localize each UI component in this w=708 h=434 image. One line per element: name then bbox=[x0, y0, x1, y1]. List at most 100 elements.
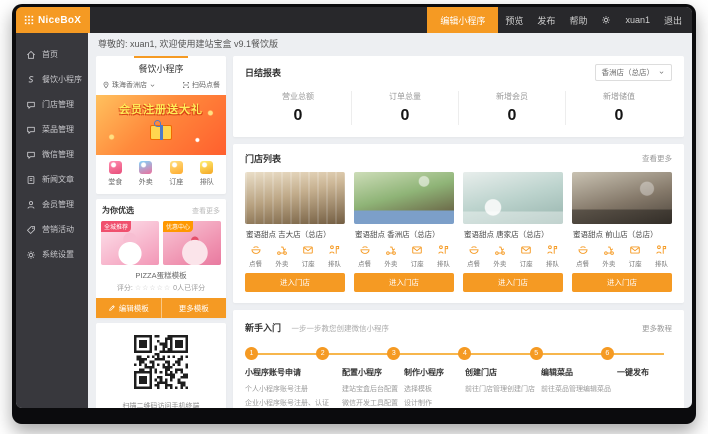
settings-gear-button[interactable] bbox=[594, 7, 618, 33]
person-icon bbox=[26, 200, 36, 210]
store-action-label: 外卖 bbox=[275, 258, 288, 268]
enter-store-button[interactable]: 进入门店 bbox=[463, 273, 563, 292]
sidebar-item-label: 营销活动 bbox=[42, 224, 74, 235]
sidebar-item-news-articles[interactable]: 新闻文章 bbox=[16, 167, 88, 192]
guide-step-title: 创建门店 bbox=[465, 367, 535, 378]
scooter-icon bbox=[494, 244, 506, 256]
reserve-icon bbox=[170, 161, 183, 174]
guide-step-item: 建站宝盒后台配置 bbox=[342, 383, 398, 397]
stat-label: 新增会员 bbox=[459, 91, 565, 102]
store-action-queue[interactable]: 排队 bbox=[437, 244, 450, 268]
rating-count: 0人已评分 bbox=[173, 285, 205, 292]
enter-store-button[interactable]: 进入门店 bbox=[245, 273, 345, 292]
store-action-order[interactable]: 点餐 bbox=[467, 244, 480, 268]
guide-step: 编辑菜品 前往菜品管理编辑菜品 bbox=[541, 367, 611, 408]
pick-tag: 优惠中心 bbox=[163, 221, 193, 232]
store-card: 蜜语甜点 吉大店（总店） 点餐 bbox=[245, 172, 345, 292]
store-action-order[interactable]: 点餐 bbox=[358, 244, 371, 268]
sidebar-item-label: 系统设置 bbox=[42, 249, 74, 260]
more-templates-button[interactable]: 更多模板 bbox=[161, 298, 227, 318]
mini-program-icon bbox=[26, 75, 36, 85]
sidebar-item-label: 微信管理 bbox=[42, 149, 74, 160]
report-title: 日结报表 bbox=[245, 66, 281, 79]
body-row: 首页 餐饮小程序 门店管理 菜品管理 bbox=[16, 33, 692, 408]
stat-label: 营业总额 bbox=[245, 91, 351, 102]
edit-template-button[interactable]: 编辑模板 bbox=[96, 298, 161, 318]
logo-text: NiceBoX bbox=[38, 15, 81, 26]
preview-link[interactable]: 预览 bbox=[498, 7, 530, 33]
reserve-seat-icon bbox=[520, 244, 532, 256]
sidebar-item-label: 菜品管理 bbox=[42, 124, 74, 135]
store-action-order[interactable]: 点餐 bbox=[576, 244, 589, 268]
quick-action-queue: 排队 bbox=[200, 161, 214, 187]
publish-link[interactable]: 发布 bbox=[530, 7, 562, 33]
gift-box-illustration bbox=[150, 125, 172, 140]
username-menu[interactable]: xuan1 bbox=[618, 7, 657, 33]
bowl-icon bbox=[468, 244, 480, 256]
sidebar-item-home[interactable]: 首页 bbox=[16, 42, 88, 67]
template-rating: 评分: ☆☆☆☆☆ 0人已评分 bbox=[96, 281, 226, 298]
template-name: PIZZA蛋糕模板 bbox=[96, 265, 226, 281]
store-actions: 点餐 外卖 订座 bbox=[463, 244, 563, 273]
store-action-label: 点餐 bbox=[358, 258, 371, 268]
step-circle: 1 bbox=[245, 347, 258, 360]
sidebar-item-member-management[interactable]: 会员管理 bbox=[16, 192, 88, 217]
store-filter-value: 香洲店（总店） bbox=[602, 67, 655, 78]
enter-store-button[interactable]: 进入门店 bbox=[354, 273, 454, 292]
quick-action-label: 外卖 bbox=[139, 177, 153, 187]
step-circle: 3 bbox=[387, 347, 400, 360]
store-action-label: 排队 bbox=[328, 258, 341, 268]
store-action-takeout[interactable]: 外卖 bbox=[275, 244, 288, 268]
greeting-text: 尊敬的: xuan1, 欢迎使用建站宝盒 v9.1餐饮版 bbox=[96, 33, 684, 56]
store-list-more-link[interactable]: 查看更多 bbox=[642, 153, 672, 164]
store-action-takeout[interactable]: 外卖 bbox=[384, 244, 397, 268]
store-action-order[interactable]: 点餐 bbox=[249, 244, 262, 268]
sidebar-item-mini-program[interactable]: 餐饮小程序 bbox=[16, 67, 88, 92]
guide-title: 新手入门 bbox=[245, 323, 281, 333]
topbar-spacer bbox=[90, 7, 427, 33]
quick-action-label: 堂食 bbox=[108, 177, 122, 187]
template-buttons: 编辑模板 更多模板 bbox=[96, 298, 226, 318]
store-action-takeout[interactable]: 外卖 bbox=[493, 244, 506, 268]
app-ui: NiceBoX 编辑小程序 预览 发布 帮助 xuan1 退出 首页 bbox=[16, 7, 692, 408]
enter-store-button[interactable]: 进入门店 bbox=[572, 273, 672, 292]
queue-icon bbox=[328, 244, 340, 256]
store-action-label: 排队 bbox=[546, 258, 559, 268]
sidebar-item-label: 新闻文章 bbox=[42, 174, 74, 185]
promo-banner: 会员注册送大礼 bbox=[96, 95, 226, 155]
sidebar-item-wechat-management[interactable]: 微信管理 bbox=[16, 142, 88, 167]
store-filter-dropdown[interactable]: 香洲店（总店） bbox=[595, 64, 673, 81]
store-action-reserve[interactable]: 订座 bbox=[302, 244, 315, 268]
logout-link[interactable]: 退出 bbox=[657, 7, 692, 33]
sidebar-item-dish-management[interactable]: 菜品管理 bbox=[16, 117, 88, 142]
sidebar-item-marketing[interactable]: 营销活动 bbox=[16, 217, 88, 242]
store-grid: 蜜语甜点 吉大店（总店） 点餐 bbox=[245, 172, 672, 292]
guide-step-title: 编辑菜品 bbox=[541, 367, 611, 378]
store-action-reserve[interactable]: 订座 bbox=[520, 244, 533, 268]
report-header: 日结报表 香洲店（总店） bbox=[245, 64, 672, 81]
pick-tag: 全城推荐 bbox=[101, 221, 131, 232]
quick-action-reserve: 订座 bbox=[169, 161, 183, 187]
sidebar-item-store-management[interactable]: 门店管理 bbox=[16, 92, 88, 117]
stat-label: 订单总量 bbox=[352, 91, 458, 102]
store-action-label: 订座 bbox=[520, 258, 533, 268]
more-tutorials-link[interactable]: 更多教程 bbox=[642, 323, 672, 334]
help-link[interactable]: 帮助 bbox=[562, 7, 594, 33]
store-list-card: 门店列表 查看更多 蜜语甜点 吉大店（总店） bbox=[233, 144, 684, 303]
store-action-takeout[interactable]: 外卖 bbox=[602, 244, 615, 268]
gear-icon bbox=[26, 250, 36, 260]
queue-icon bbox=[546, 244, 558, 256]
guide-step-title: 配置小程序 bbox=[342, 367, 398, 378]
location-selector: 珠海香洲店 bbox=[102, 80, 156, 90]
store-action-reserve[interactable]: 订座 bbox=[411, 244, 424, 268]
store-action-queue[interactable]: 排队 bbox=[328, 244, 341, 268]
store-action-reserve[interactable]: 订座 bbox=[629, 244, 642, 268]
scooter-icon bbox=[603, 244, 615, 256]
reserve-seat-icon bbox=[411, 244, 423, 256]
store-action-queue[interactable]: 排队 bbox=[655, 244, 668, 268]
guide-step: 创建门店 前往门店管理创建门店 bbox=[465, 367, 535, 408]
sidebar-item-system-settings[interactable]: 系统设置 bbox=[16, 242, 88, 267]
pencil-icon bbox=[108, 304, 116, 312]
store-action-queue[interactable]: 排队 bbox=[546, 244, 559, 268]
edit-mini-program-button[interactable]: 编辑小程序 bbox=[427, 7, 498, 33]
